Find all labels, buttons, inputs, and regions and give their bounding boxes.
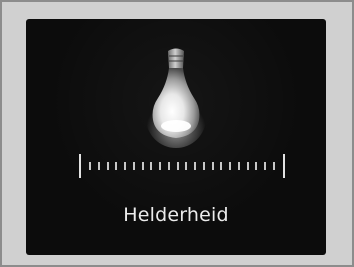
slider-tick	[176, 162, 179, 170]
display-screen: Helderheid	[26, 19, 326, 255]
slider-tick	[185, 162, 188, 170]
slider-tick	[272, 162, 275, 170]
slider-tick	[211, 162, 214, 170]
slider-tick	[159, 162, 161, 170]
light-bulb-icon	[146, 48, 206, 148]
slider-tick	[141, 162, 144, 170]
slider-tick	[246, 162, 249, 170]
slider-tick	[124, 162, 126, 170]
slider-tick	[132, 162, 135, 170]
slider-tick	[89, 162, 91, 170]
brightness-label: Helderheid	[123, 204, 229, 226]
slider-tick	[255, 162, 258, 170]
slider-tick	[220, 162, 223, 170]
slider-tick	[115, 162, 118, 170]
slider-tick	[97, 162, 100, 170]
slider-tick	[264, 162, 266, 170]
brightness-slider[interactable]	[79, 154, 285, 178]
slider-tick	[237, 162, 240, 170]
slider-tick	[106, 162, 109, 170]
slider-ticks	[89, 162, 275, 170]
slider-tick	[202, 162, 205, 170]
slider-tick	[167, 162, 170, 170]
slider-max-marker	[283, 154, 285, 178]
slider-tick	[229, 162, 231, 170]
slider-tick	[150, 162, 153, 170]
slider-min-marker	[79, 154, 81, 178]
display-frame: Helderheid	[0, 0, 354, 267]
slider-tick	[194, 162, 196, 170]
